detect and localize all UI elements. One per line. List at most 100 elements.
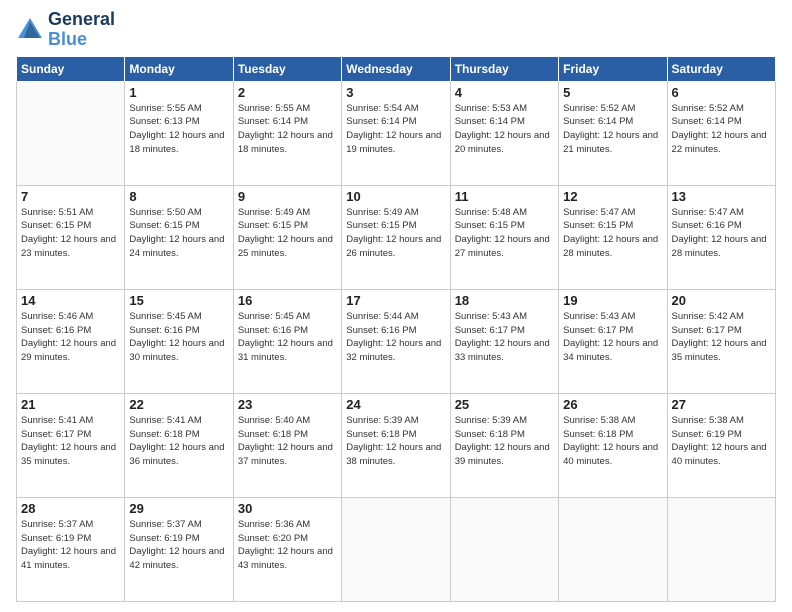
day-number: 9 xyxy=(238,189,337,204)
calendar-cell xyxy=(17,81,125,185)
day-number: 28 xyxy=(21,501,120,516)
day-info: Sunrise: 5:55 AM Sunset: 6:13 PM Dayligh… xyxy=(129,102,228,157)
weekday-saturday: Saturday xyxy=(667,56,775,81)
day-number: 23 xyxy=(238,397,337,412)
day-number: 2 xyxy=(238,85,337,100)
day-number: 26 xyxy=(563,397,662,412)
day-info: Sunrise: 5:45 AM Sunset: 6:16 PM Dayligh… xyxy=(238,310,337,365)
day-number: 11 xyxy=(455,189,554,204)
calendar-cell: 21 Sunrise: 5:41 AM Sunset: 6:17 PM Dayli… xyxy=(17,393,125,497)
day-number: 22 xyxy=(129,397,228,412)
day-number: 18 xyxy=(455,293,554,308)
calendar-cell: 4 Sunrise: 5:53 AM Sunset: 6:14 PM Daylig… xyxy=(450,81,558,185)
day-info: Sunrise: 5:46 AM Sunset: 6:16 PM Dayligh… xyxy=(21,310,120,365)
day-info: Sunrise: 5:49 AM Sunset: 6:15 PM Dayligh… xyxy=(238,206,337,261)
day-info: Sunrise: 5:37 AM Sunset: 6:19 PM Dayligh… xyxy=(129,518,228,573)
day-info: Sunrise: 5:55 AM Sunset: 6:14 PM Dayligh… xyxy=(238,102,337,157)
calendar-cell: 2 Sunrise: 5:55 AM Sunset: 6:14 PM Daylig… xyxy=(233,81,341,185)
calendar-row: 21 Sunrise: 5:41 AM Sunset: 6:17 PM Dayli… xyxy=(17,393,776,497)
day-info: Sunrise: 5:41 AM Sunset: 6:18 PM Dayligh… xyxy=(129,414,228,469)
day-number: 27 xyxy=(672,397,771,412)
day-number: 4 xyxy=(455,85,554,100)
day-info: Sunrise: 5:39 AM Sunset: 6:18 PM Dayligh… xyxy=(346,414,445,469)
weekday-sunday: Sunday xyxy=(17,56,125,81)
calendar-cell xyxy=(450,497,558,601)
day-info: Sunrise: 5:52 AM Sunset: 6:14 PM Dayligh… xyxy=(672,102,771,157)
calendar-cell: 27 Sunrise: 5:38 AM Sunset: 6:19 PM Dayli… xyxy=(667,393,775,497)
calendar-cell: 9 Sunrise: 5:49 AM Sunset: 6:15 PM Daylig… xyxy=(233,185,341,289)
day-info: Sunrise: 5:41 AM Sunset: 6:17 PM Dayligh… xyxy=(21,414,120,469)
day-number: 8 xyxy=(129,189,228,204)
day-info: Sunrise: 5:38 AM Sunset: 6:19 PM Dayligh… xyxy=(672,414,771,469)
day-number: 7 xyxy=(21,189,120,204)
calendar-cell: 23Sunrise: 5:40 AM Sunset: 6:18 PM Dayli… xyxy=(233,393,341,497)
day-number: 21 xyxy=(21,397,120,412)
calendar-cell: 24 Sunrise: 5:39 AM Sunset: 6:18 PM Dayli… xyxy=(342,393,450,497)
day-number: 6 xyxy=(672,85,771,100)
weekday-monday: Monday xyxy=(125,56,233,81)
calendar-table: SundayMondayTuesdayWednesdayThursdayFrid… xyxy=(16,56,776,602)
calendar-cell: 15 Sunrise: 5:45 AM Sunset: 6:16 PM Dayli… xyxy=(125,289,233,393)
logo: General Blue xyxy=(16,10,115,50)
header: General Blue xyxy=(16,10,776,50)
day-info: Sunrise: 5:51 AM Sunset: 6:15 PM Dayligh… xyxy=(21,206,120,261)
day-number: 25 xyxy=(455,397,554,412)
day-info: Sunrise: 5:36 AM Sunset: 6:20 PM Dayligh… xyxy=(238,518,337,573)
day-info: Sunrise: 5:54 AM Sunset: 6:14 PM Dayligh… xyxy=(346,102,445,157)
calendar-cell: 7 Sunrise: 5:51 AM Sunset: 6:15 PM Daylig… xyxy=(17,185,125,289)
calendar-cell: 30 Sunrise: 5:36 AM Sunset: 6:20 PM Dayli… xyxy=(233,497,341,601)
calendar-row: 1 Sunrise: 5:55 AM Sunset: 6:13 PM Daylig… xyxy=(17,81,776,185)
day-info: Sunrise: 5:42 AM Sunset: 6:17 PM Dayligh… xyxy=(672,310,771,365)
day-info: Sunrise: 5:53 AM Sunset: 6:14 PM Dayligh… xyxy=(455,102,554,157)
day-info: Sunrise: 5:47 AM Sunset: 6:15 PM Dayligh… xyxy=(563,206,662,261)
calendar-cell: 5Sunrise: 5:52 AM Sunset: 6:14 PM Daylig… xyxy=(559,81,667,185)
calendar-cell: 19 Sunrise: 5:43 AM Sunset: 6:17 PM Dayli… xyxy=(559,289,667,393)
day-number: 24 xyxy=(346,397,445,412)
day-number: 30 xyxy=(238,501,337,516)
calendar-cell: 16 Sunrise: 5:45 AM Sunset: 6:16 PM Dayli… xyxy=(233,289,341,393)
day-number: 12 xyxy=(563,189,662,204)
day-info: Sunrise: 5:47 AM Sunset: 6:16 PM Dayligh… xyxy=(672,206,771,261)
page: General Blue SundayMondayTuesdayWednesda… xyxy=(0,0,792,612)
day-info: Sunrise: 5:45 AM Sunset: 6:16 PM Dayligh… xyxy=(129,310,228,365)
calendar-cell: 13 Sunrise: 5:47 AM Sunset: 6:16 PM Dayli… xyxy=(667,185,775,289)
day-number: 3 xyxy=(346,85,445,100)
calendar-cell: 26 Sunrise: 5:38 AM Sunset: 6:18 PM Dayli… xyxy=(559,393,667,497)
calendar-cell: 11 Sunrise: 5:48 AM Sunset: 6:15 PM Dayli… xyxy=(450,185,558,289)
day-number: 5 xyxy=(563,85,662,100)
day-number: 13 xyxy=(672,189,771,204)
calendar-cell xyxy=(667,497,775,601)
calendar-cell: 14Sunrise: 5:46 AM Sunset: 6:16 PM Dayli… xyxy=(17,289,125,393)
day-number: 29 xyxy=(129,501,228,516)
day-info: Sunrise: 5:43 AM Sunset: 6:17 PM Dayligh… xyxy=(455,310,554,365)
calendar-cell: 28Sunrise: 5:37 AM Sunset: 6:19 PM Dayli… xyxy=(17,497,125,601)
day-info: Sunrise: 5:43 AM Sunset: 6:17 PM Dayligh… xyxy=(563,310,662,365)
calendar-cell: 3 Sunrise: 5:54 AM Sunset: 6:14 PM Daylig… xyxy=(342,81,450,185)
calendar-cell: 29 Sunrise: 5:37 AM Sunset: 6:19 PM Dayli… xyxy=(125,497,233,601)
logo-text: General Blue xyxy=(48,10,115,50)
day-number: 19 xyxy=(563,293,662,308)
calendar-cell: 18 Sunrise: 5:43 AM Sunset: 6:17 PM Dayli… xyxy=(450,289,558,393)
weekday-thursday: Thursday xyxy=(450,56,558,81)
weekday-wednesday: Wednesday xyxy=(342,56,450,81)
weekday-tuesday: Tuesday xyxy=(233,56,341,81)
day-info: Sunrise: 5:48 AM Sunset: 6:15 PM Dayligh… xyxy=(455,206,554,261)
calendar-cell xyxy=(559,497,667,601)
calendar-cell: 6 Sunrise: 5:52 AM Sunset: 6:14 PM Daylig… xyxy=(667,81,775,185)
day-info: Sunrise: 5:44 AM Sunset: 6:16 PM Dayligh… xyxy=(346,310,445,365)
day-number: 1 xyxy=(129,85,228,100)
day-number: 15 xyxy=(129,293,228,308)
day-info: Sunrise: 5:49 AM Sunset: 6:15 PM Dayligh… xyxy=(346,206,445,261)
calendar-cell: 20 Sunrise: 5:42 AM Sunset: 6:17 PM Dayli… xyxy=(667,289,775,393)
logo-icon xyxy=(16,16,44,44)
calendar-cell: 25 Sunrise: 5:39 AM Sunset: 6:18 PM Dayli… xyxy=(450,393,558,497)
day-number: 10 xyxy=(346,189,445,204)
day-number: 20 xyxy=(672,293,771,308)
weekday-header-row: SundayMondayTuesdayWednesdayThursdayFrid… xyxy=(17,56,776,81)
day-info: Sunrise: 5:39 AM Sunset: 6:18 PM Dayligh… xyxy=(455,414,554,469)
calendar-cell: 22 Sunrise: 5:41 AM Sunset: 6:18 PM Dayli… xyxy=(125,393,233,497)
day-number: 16 xyxy=(238,293,337,308)
day-number: 17 xyxy=(346,293,445,308)
calendar-cell xyxy=(342,497,450,601)
day-info: Sunrise: 5:38 AM Sunset: 6:18 PM Dayligh… xyxy=(563,414,662,469)
